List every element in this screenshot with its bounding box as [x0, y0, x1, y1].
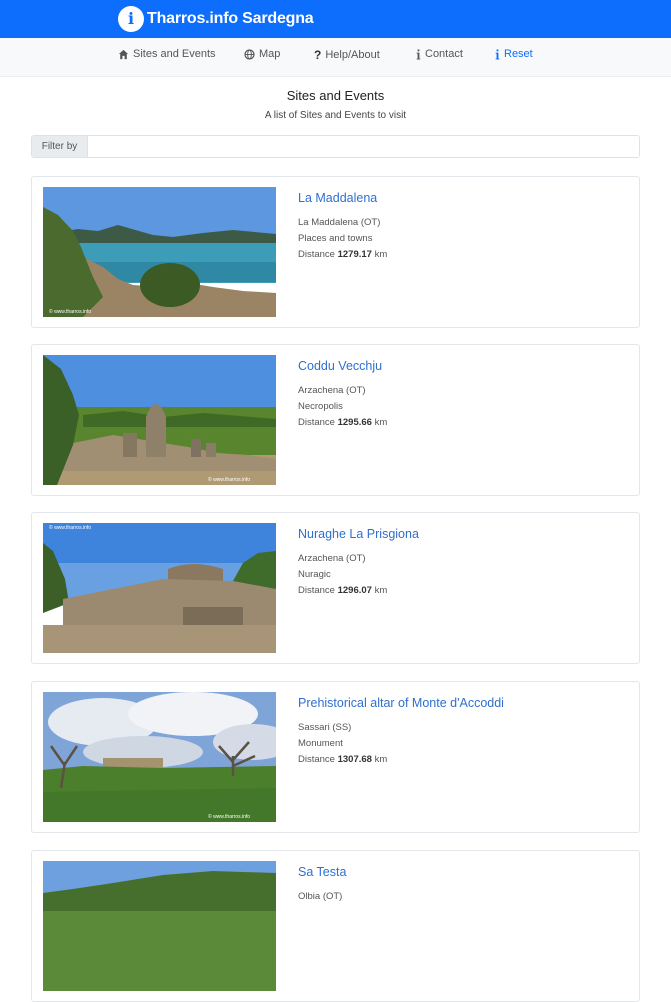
site-card: © www.tharros.info Coddu Vecchju Arzache…	[31, 344, 640, 496]
globe-icon	[244, 48, 255, 60]
site-card: © www.tharros.info Prehistorical altar o…	[31, 681, 640, 833]
nav-label: Map	[259, 48, 281, 60]
home-icon	[118, 49, 129, 59]
site-category: Nuragic	[298, 569, 331, 580]
question-icon: ?	[314, 48, 322, 62]
filter-label: Filter by	[32, 136, 88, 157]
brand-logo-icon: i	[118, 6, 144, 32]
site-distance: Distance 1279.17 km	[298, 249, 388, 260]
nav-map[interactable]: Map	[244, 48, 280, 60]
nav-bar: Sites and Events Map ? Help/About Contac…	[0, 38, 671, 77]
site-title[interactable]: Nuraghe La Prisgiona	[298, 527, 419, 541]
site-category: Places and towns	[298, 233, 373, 244]
site-thumbnail[interactable]: © www.tharros.info	[43, 523, 276, 653]
site-location: Arzachena (OT)	[298, 385, 366, 396]
site-distance: Distance 1307.68 km	[298, 754, 388, 765]
nav-sites-and-events[interactable]: Sites and Events	[118, 48, 216, 60]
info-icon	[416, 48, 421, 60]
site-distance: Distance 1296.07 km	[298, 585, 388, 596]
site-card: © www.tharros.info Nuraghe La Prisgiona …	[31, 512, 640, 664]
nav-label: Contact	[425, 48, 463, 60]
filter-group: Filter by	[31, 135, 640, 158]
site-thumbnail[interactable]: © www.tharros.info	[43, 692, 276, 822]
site-thumbnail[interactable]: © www.tharros.info	[43, 355, 276, 485]
nav-label: Reset	[504, 48, 533, 60]
watermark: © www.tharros.info	[208, 813, 250, 820]
site-location: Olbia (OT)	[298, 891, 343, 902]
site-location: Arzachena (OT)	[298, 553, 366, 564]
nav-contact[interactable]: Contact	[416, 48, 463, 60]
nav-label: Help/About	[325, 49, 380, 61]
site-thumbnail[interactable]: © www.tharros.info	[43, 187, 276, 317]
site-title[interactable]: Prehistorical altar of Monte d'Accoddi	[298, 696, 504, 710]
watermark: © www.tharros.info	[208, 476, 250, 483]
site-card: Sa Testa Olbia (OT)	[31, 850, 640, 1002]
page-subtitle: A list of Sites and Events to visit	[264, 110, 407, 121]
filter-input[interactable]	[88, 136, 639, 157]
site-location: Sassari (SS)	[298, 722, 352, 733]
site-category: Necropolis	[298, 401, 343, 412]
watermark: © www.tharros.info	[49, 308, 91, 315]
info-icon	[495, 48, 500, 60]
site-title[interactable]: La Maddalena	[298, 191, 377, 205]
brand-link[interactable]: i Tharros.info Sardegna	[118, 4, 314, 34]
nav-help-about[interactable]: ? Help/About	[314, 48, 380, 62]
site-category: Monument	[298, 738, 343, 749]
site-title[interactable]: Sa Testa	[298, 865, 346, 879]
site-location: La Maddalena (OT)	[298, 217, 381, 228]
site-thumbnail[interactable]	[43, 861, 276, 991]
top-bar: i Tharros.info Sardegna	[0, 0, 671, 38]
site-title[interactable]: Coddu Vecchju	[298, 359, 382, 373]
nav-reset[interactable]: Reset	[495, 48, 533, 60]
brand-name: Tharros.info Sardegna	[147, 10, 314, 27]
page-title: Sites and Events	[286, 88, 385, 103]
watermark: © www.tharros.info	[49, 524, 91, 531]
site-card: © www.tharros.info La Maddalena La Madda…	[31, 176, 640, 328]
site-distance: Distance 1295.66 km	[298, 417, 388, 428]
nav-label: Sites and Events	[133, 48, 216, 60]
